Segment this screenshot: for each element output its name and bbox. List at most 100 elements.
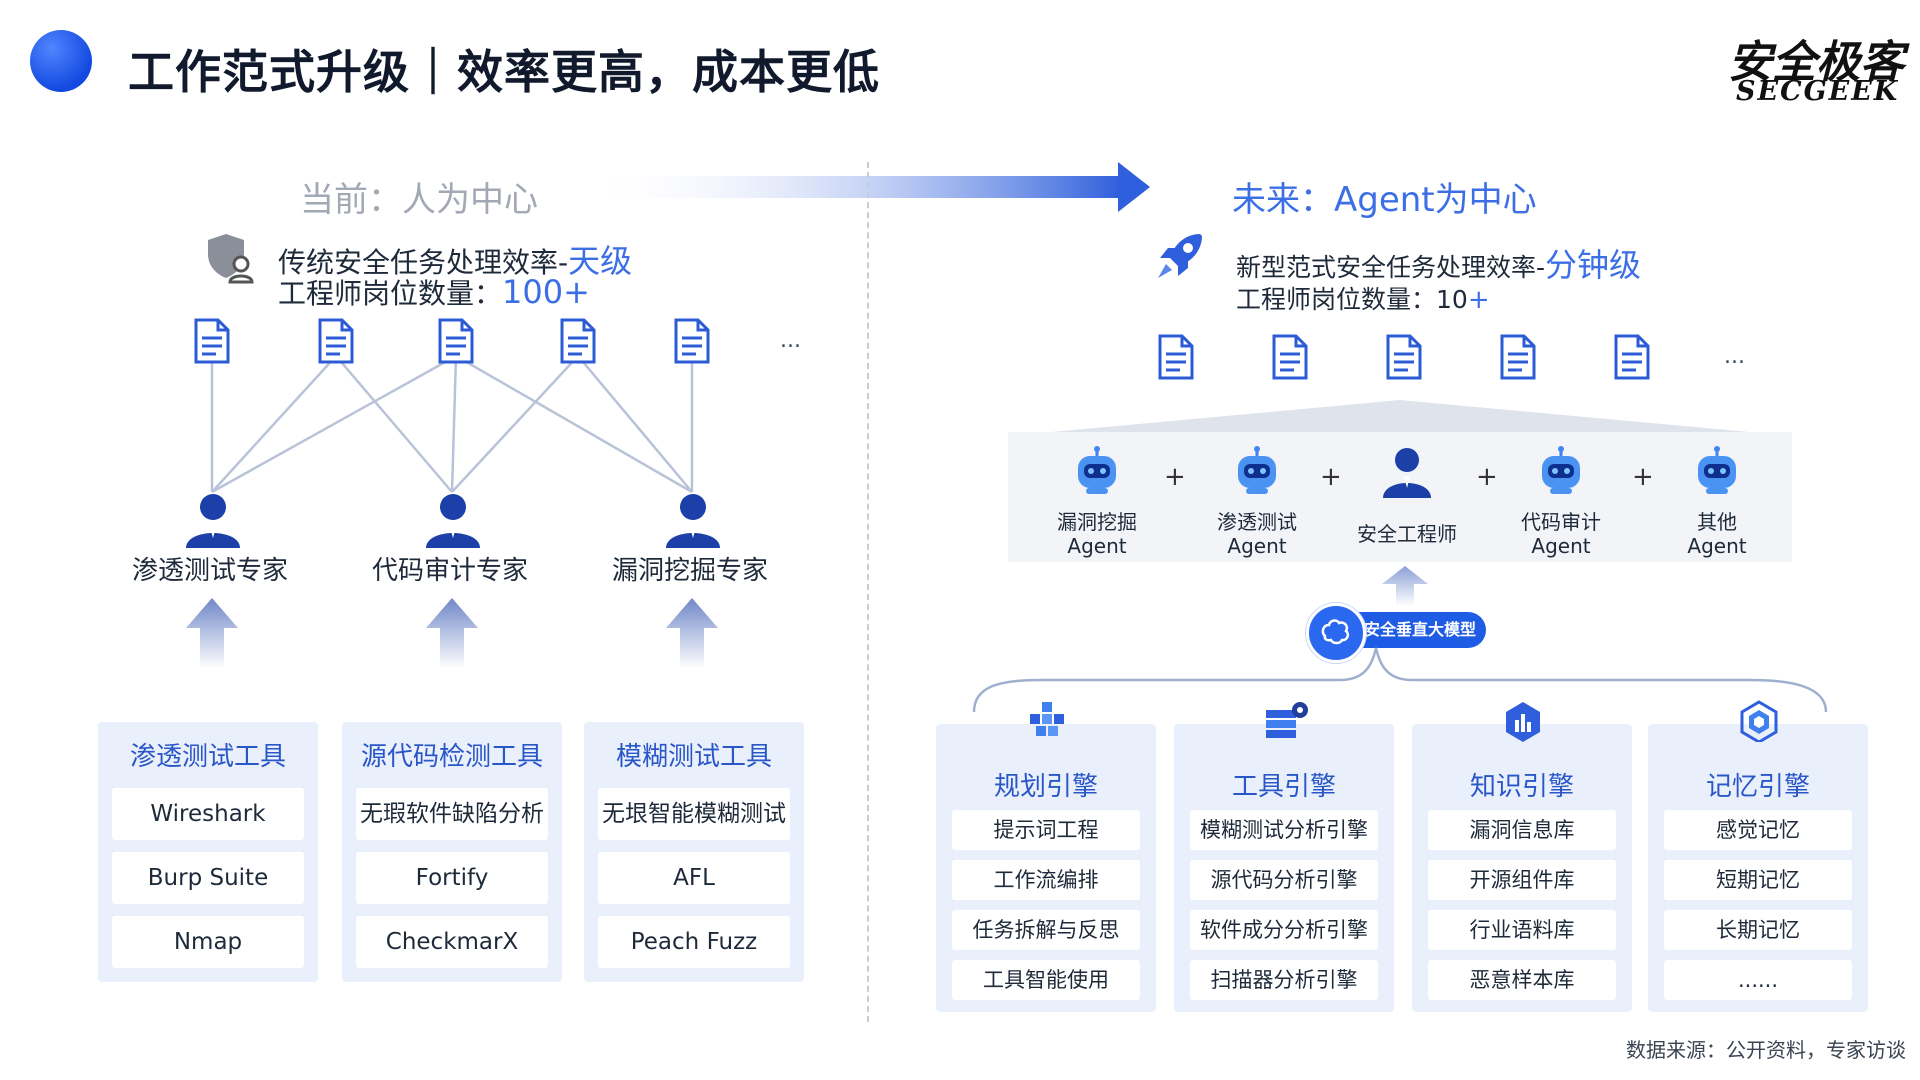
engineer-person-icon [1380, 446, 1434, 498]
agent-label-line1: 代码审计 [1521, 510, 1601, 534]
document-icon [1498, 334, 1538, 380]
engine-item: 任务拆解与反思 [952, 910, 1140, 950]
engine-item: 短期记忆 [1664, 860, 1852, 900]
model-up-arrow-icon [1382, 566, 1428, 606]
document-icon [1156, 334, 1196, 380]
tool-item: CheckmarX [356, 916, 548, 968]
expert-person-icon [662, 492, 724, 548]
engine-card-planning: 规划引擎 提示词工程 工作流编排 任务拆解与反思 工具智能使用 [936, 702, 1156, 1012]
engine-title: 规划引擎 [993, 772, 1098, 802]
engine-title: 知识引擎 [1469, 772, 1574, 802]
engine-item: 扫描器分析引擎 [1190, 960, 1378, 1000]
rocket-icon [1158, 234, 1202, 278]
agent-label: 渗透测试 Agent [1192, 510, 1322, 558]
tool-item: Fortify [356, 852, 548, 904]
engine-item: 提示词工程 [952, 810, 1140, 850]
tool-item: Wireshark [112, 788, 304, 840]
right-headcount-value: 10 [1436, 285, 1468, 314]
engine-item: 工具智能使用 [952, 960, 1140, 1000]
engine-card-memory: 记忆引擎 感觉记忆 短期记忆 长期记忆 ...... [1648, 700, 1868, 1012]
agent-label-line2: Agent [1067, 534, 1127, 558]
document-icon [1270, 334, 1310, 380]
engine-item: 模糊测试分析引擎 [1190, 810, 1378, 850]
right-efficiency-value: 分钟级 [1545, 246, 1642, 284]
tool-card-title: 渗透测试工具 [129, 742, 286, 772]
tool-item: Peach Fuzz [598, 916, 790, 968]
engine-item: 行业语料库 [1428, 910, 1616, 950]
agent-label-line2: Agent [1227, 534, 1287, 558]
agent-label: 代码审计 Agent [1496, 510, 1626, 558]
document-icon [436, 318, 476, 364]
engine-item: 软件成分分析引擎 [1190, 910, 1378, 950]
tool-item: 无瑕软件缺陷分析 [356, 788, 548, 840]
right-efficiency-prefix: 新型范式安全任务处理效率- [1236, 253, 1546, 282]
tool-card-title: 模糊测试工具 [615, 742, 772, 772]
robot-icon [1072, 446, 1122, 496]
tool-gear-icon [1264, 700, 1308, 742]
document-icon [672, 318, 712, 364]
agent-label-line2: Agent [1531, 534, 1591, 558]
engine-card-knowledge: 知识引擎 漏洞信息库 开源组件库 行业语料库 恶意样本库 [1412, 702, 1632, 1012]
document-icon [1384, 334, 1424, 380]
tool-card-source-code: 源代码检测工具 无瑕软件缺陷分析 Fortify CheckmarX [342, 722, 562, 982]
tool-card-fuzzing: 模糊测试工具 无垠智能模糊测试 AFL Peach Fuzz [584, 722, 804, 982]
plus-sign: + [1632, 462, 1654, 492]
plus-sign: + [1476, 462, 1498, 492]
expert-person-icon [422, 492, 484, 548]
engine-title: 工具引擎 [1231, 772, 1336, 802]
agent-label: 安全工程师 [1342, 522, 1472, 546]
expert-role-label: 代码审计专家 [371, 556, 528, 586]
engine-item: 恶意样本库 [1428, 960, 1616, 1000]
tool-item: Nmap [112, 916, 304, 968]
engine-item: 感觉记忆 [1664, 810, 1852, 850]
tool-card-pentest: 渗透测试工具 Wireshark Burp Suite Nmap [98, 722, 318, 982]
document-icon [558, 318, 598, 364]
right-headcount-plus: + [1467, 285, 1490, 315]
robot-icon [1536, 446, 1586, 496]
robot-icon [1692, 446, 1742, 496]
agent-label-line1: 漏洞挖掘 [1057, 510, 1137, 534]
knowledge-icon [1502, 700, 1544, 742]
memory-icon [1738, 700, 1780, 744]
left-docs-ellipsis: ... [780, 328, 801, 353]
agent-label-line1: 安全工程师 [1357, 522, 1457, 546]
converge-band [1008, 400, 1792, 436]
engine-item: 开源组件库 [1428, 860, 1616, 900]
engine-title: 记忆引擎 [1705, 772, 1810, 802]
tool-card-title: 源代码检测工具 [360, 742, 543, 772]
document-icon [192, 318, 232, 364]
plus-sign: + [1320, 462, 1342, 492]
tool-item: Burp Suite [112, 852, 304, 904]
right-headcount-line: 工程师岗位数量：10+ [1236, 280, 1490, 316]
engines-bracket [972, 647, 1828, 713]
right-headcount-prefix: 工程师岗位数量： [1236, 285, 1437, 314]
planning-icon [1026, 700, 1068, 742]
right-section-title: 未来：Agent为中心 [1232, 180, 1537, 220]
expert-role-label: 渗透测试专家 [131, 556, 288, 586]
agent-label: 漏洞挖掘 Agent [1032, 510, 1162, 558]
document-icon [316, 318, 356, 364]
up-arrow-icon [422, 598, 482, 668]
plus-sign: + [1164, 462, 1186, 492]
model-label: 安全垂直大模型 [1364, 620, 1477, 639]
up-arrow-icon [182, 598, 242, 668]
engine-item: 源代码分析引擎 [1190, 860, 1378, 900]
document-icon [1612, 334, 1652, 380]
tool-item: 无垠智能模糊测试 [598, 788, 790, 840]
robot-icon [1232, 446, 1282, 496]
agent-label-line1: 渗透测试 [1217, 510, 1297, 534]
engine-card-tools: 工具引擎 模糊测试分析引擎 源代码分析引擎 软件成分分析引擎 扫描器分析引擎 [1174, 702, 1394, 1012]
engine-item: 漏洞信息库 [1428, 810, 1616, 850]
logo-en: SECGEEK [1736, 76, 1900, 107]
agent-label-line2: Agent [1687, 534, 1747, 558]
engine-item: 长期记忆 [1664, 910, 1852, 950]
expert-person-icon [182, 492, 244, 548]
up-arrow-icon [662, 598, 722, 668]
agent-label-line1: 其他 [1697, 510, 1737, 534]
tool-item: AFL [598, 852, 790, 904]
engine-item: 工作流编排 [952, 860, 1140, 900]
right-docs-ellipsis: ... [1724, 344, 1745, 369]
agent-label: 其他 Agent [1652, 510, 1782, 558]
expert-role-label: 漏洞挖掘专家 [611, 556, 768, 586]
data-source-note: 数据来源：公开资料，专家访谈 [1626, 1038, 1906, 1062]
